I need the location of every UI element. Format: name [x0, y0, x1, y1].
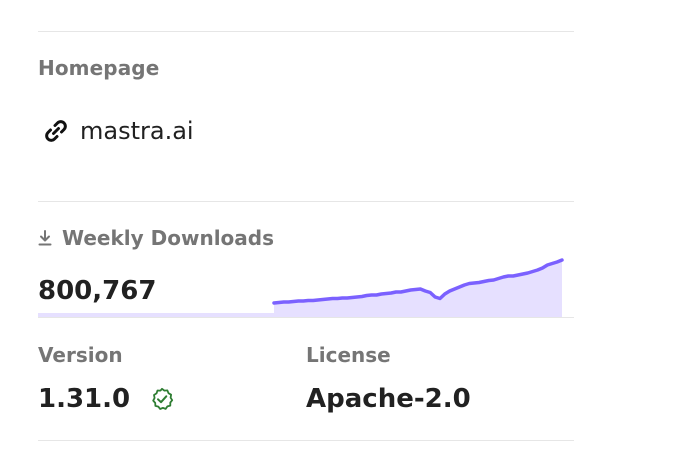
verified-check-icon [150, 387, 174, 411]
divider [38, 440, 574, 441]
version-label: Version [38, 343, 123, 367]
divider [38, 201, 574, 202]
divider [38, 317, 574, 318]
download-icon [38, 229, 52, 247]
weekly-downloads-count: 800,767 [38, 276, 157, 306]
divider [38, 31, 574, 32]
weekly-downloads-header: Weekly Downloads [38, 226, 274, 250]
homepage-label: Homepage [38, 56, 160, 80]
homepage-link-text: mastra.ai [80, 117, 194, 145]
homepage-link[interactable]: mastra.ai [42, 113, 194, 149]
version-value: 1.31.0 [38, 384, 131, 414]
weekly-downloads-label: Weekly Downloads [62, 226, 275, 250]
license-value: Apache-2.0 [306, 384, 471, 414]
version-value-row: 1.31.0 [38, 384, 174, 414]
package-sidebar: Homepage mastra.ai Weekly Downloads 800,… [38, 0, 574, 466]
license-label: License [306, 343, 391, 367]
link-icon [42, 117, 70, 145]
